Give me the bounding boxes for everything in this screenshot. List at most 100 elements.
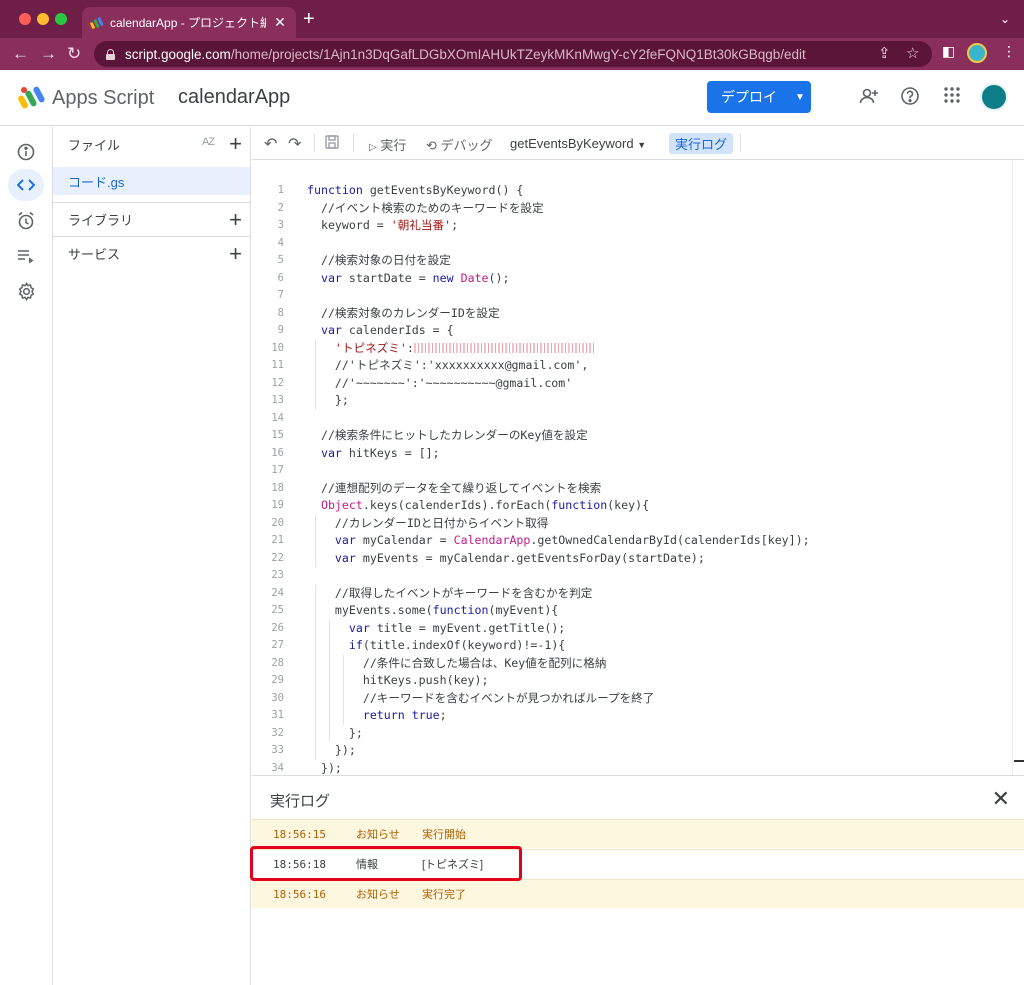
caret-down-icon: ▼ <box>795 91 805 103</box>
log-time: 18:56:16 <box>273 887 326 901</box>
triggers-alarm-icon[interactable] <box>11 206 41 236</box>
forward-arrow-icon[interactable]: → <box>40 43 57 65</box>
executions-list-icon[interactable] <box>11 241 41 271</box>
code-line[interactable]: 3 keyword = '朝礼当番'; <box>252 217 1012 235</box>
add-library-plus-icon[interactable]: + <box>229 207 242 233</box>
add-service-plus-icon[interactable]: + <box>229 241 242 267</box>
user-avatar[interactable] <box>980 83 1008 111</box>
new-tab-button[interactable]: + <box>303 9 315 29</box>
share-person-icon[interactable] <box>859 86 879 111</box>
minimize-window-button[interactable] <box>37 13 49 25</box>
code-line[interactable]: 21 var myCalendar = CalendarApp.getOwned… <box>252 532 1012 550</box>
code-line[interactable]: 8 //検索対象のカレンダーIDを設定 <box>252 305 1012 323</box>
address-bar[interactable]: script.google.com/home/projects/1Ajn1n3D… <box>94 41 932 67</box>
code-line[interactable]: 10 'トピネズミ': <box>252 339 1012 357</box>
close-log-icon[interactable]: ✕ <box>992 786 1010 812</box>
code-line[interactable]: 30 //キーワードを含むイベントが見つかればループを終了 <box>252 689 1012 707</box>
editor-scrollbar[interactable] <box>1012 160 1024 775</box>
project-name[interactable]: calendarApp <box>178 86 290 109</box>
maximize-window-button[interactable] <box>55 13 67 25</box>
settings-gear-icon[interactable] <box>11 276 41 306</box>
code-line[interactable]: 7 <box>252 287 1012 305</box>
code-line[interactable]: 13 }; <box>252 392 1012 410</box>
code-line[interactable]: 2 //イベント検索のためのキーワードを設定 <box>252 200 1012 218</box>
side-panel-icon[interactable]: ◧ <box>942 43 955 60</box>
function-selector[interactable]: getEventsByKeyword ▼ <box>510 136 646 151</box>
debug-button[interactable]: ⟲ デバッグ <box>426 135 493 154</box>
code-line[interactable]: 20 //カレンダーIDと日付からイベント取得 <box>252 514 1012 532</box>
code-line[interactable]: 11 //'トピネズミ':'xxxxxxxxxx@gmail.com', <box>252 357 1012 375</box>
code-line[interactable]: 26 var title = myEvent.getTitle(); <box>252 619 1012 637</box>
help-icon[interactable] <box>900 86 920 111</box>
libraries-row[interactable]: ライブラリ + <box>53 202 251 236</box>
share-icon[interactable]: ⇪ <box>878 44 891 62</box>
code-line[interactable]: 9 var calenderIds = { <box>252 322 1012 340</box>
code-line[interactable]: 4 <box>252 235 1012 253</box>
file-item-code-gs[interactable]: コード.gs <box>53 167 250 195</box>
run-button[interactable]: ▷ 実行 <box>369 135 406 154</box>
app-header: Apps Script calendarApp デプロイ ▼ <box>0 70 1024 126</box>
code-line[interactable]: 17 <box>252 462 1012 480</box>
editor-toolbar: ↶ ↷ ▷ 実行 ⟲ デバッグ getEventsByKeyword ▼ 実行ロ… <box>252 127 1024 160</box>
redo-icon[interactable]: ↷ <box>288 134 301 154</box>
code-text: var myCalendar = CalendarApp.getOwnedCal… <box>334 533 810 547</box>
code-line[interactable]: 32 }; <box>252 724 1012 742</box>
code-text: //検索対象の日付を設定 <box>307 253 451 267</box>
execution-log-toggle[interactable]: 実行ログ <box>669 133 734 154</box>
code-line[interactable]: 22 var myEvents = myCalendar.getEventsFo… <box>252 549 1012 567</box>
code-editor[interactable]: 1 function getEventsByKeyword() {2 //イベント… <box>252 160 1024 775</box>
code-line[interactable]: 31 return true; <box>252 707 1012 725</box>
editor-code-icon[interactable] <box>8 169 44 201</box>
reload-icon[interactable]: ↻ <box>67 43 81 65</box>
code-line[interactable]: 18 //連想配列のデータを全て繰り返してイベントを検索 <box>252 480 1012 498</box>
libraries-label: ライブラリ <box>68 213 134 228</box>
add-file-plus-icon[interactable]: + <box>229 131 242 157</box>
browser-profile-avatar[interactable] <box>967 43 987 63</box>
browser-toolbar: ← → ↻ script.google.com/home/projects/1A… <box>0 38 1024 70</box>
code-line[interactable]: 1 function getEventsByKeyword() { <box>252 182 1012 200</box>
url-host: script.google.com <box>125 46 231 62</box>
code-line[interactable]: 25 myEvents.some(function(myEvent){ <box>252 602 1012 620</box>
line-number: 22 <box>271 551 284 564</box>
code-line[interactable]: 12 //'~~~~~~~':'~~~~~~~~~~@gmail.com' <box>252 374 1012 392</box>
code-line[interactable]: 27 if(title.indexOf(keyword)!=-1){ <box>252 637 1012 655</box>
files-panel: ファイル AZ + コード.gs ライブラリ + サービス + <box>53 127 251 985</box>
line-number: 8 <box>277 306 284 319</box>
tab-search-chevron-icon[interactable]: ⌄ <box>1000 12 1010 26</box>
code-line[interactable]: 5 //検索対象の日付を設定 <box>252 252 1012 270</box>
line-number: 5 <box>277 254 284 266</box>
overview-info-icon[interactable] <box>11 137 41 167</box>
undo-icon[interactable]: ↶ <box>264 134 277 154</box>
code-line[interactable]: 19 Object.keys(calenderIds).forEach(func… <box>252 497 1012 515</box>
code-line[interactable]: 23 <box>252 567 1012 585</box>
browser-tab[interactable]: calendarApp - プロジェクト編集 ✕ <box>82 7 296 38</box>
code-line[interactable]: 24 //取得したイベントがキーワードを含むかを判定 <box>252 584 1012 602</box>
code-line[interactable]: 34 }); <box>252 760 1012 776</box>
sort-az-icon[interactable]: AZ <box>202 136 215 148</box>
code-line[interactable]: 14 <box>252 410 1012 428</box>
code-line[interactable]: 16 var hitKeys = []; <box>252 445 1012 463</box>
code-line[interactable]: 28 //条件に合致した場合は、Key値を配列に格納 <box>252 654 1012 672</box>
files-header: ファイル AZ + <box>53 127 251 161</box>
services-row[interactable]: サービス + <box>53 236 251 270</box>
code-text: //検索対象のカレンダーIDを設定 <box>307 305 500 320</box>
close-window-button[interactable] <box>19 13 31 25</box>
code-line[interactable]: 29 hitKeys.push(key); <box>252 672 1012 690</box>
toolbar-divider <box>740 134 741 152</box>
save-disk-icon[interactable] <box>325 135 339 154</box>
lock-icon <box>106 48 115 60</box>
code-line[interactable]: 33 }); <box>252 742 1012 760</box>
code-text: var hitKeys = []; <box>320 445 440 460</box>
apps-grid-icon[interactable] <box>943 86 961 109</box>
apps-script-favicon-icon <box>90 16 104 29</box>
back-arrow-icon[interactable]: ← <box>12 43 29 65</box>
scrollbar-thumb[interactable] <box>1014 760 1024 762</box>
more-menu-icon[interactable]: ⋮ <box>1002 43 1016 60</box>
line-number: 34 <box>271 761 284 774</box>
code-line[interactable]: 15 //検索条件にヒットしたカレンダーのKey値を設定 <box>252 427 1012 445</box>
deploy-button[interactable]: デプロイ ▼ <box>707 81 811 113</box>
bookmark-star-icon[interactable]: ☆ <box>906 44 919 62</box>
code-line[interactable]: 6 var startDate = new Date(); <box>252 270 1012 288</box>
tab-close-icon[interactable]: ✕ <box>272 14 288 31</box>
play-icon: ▷ <box>369 142 377 153</box>
